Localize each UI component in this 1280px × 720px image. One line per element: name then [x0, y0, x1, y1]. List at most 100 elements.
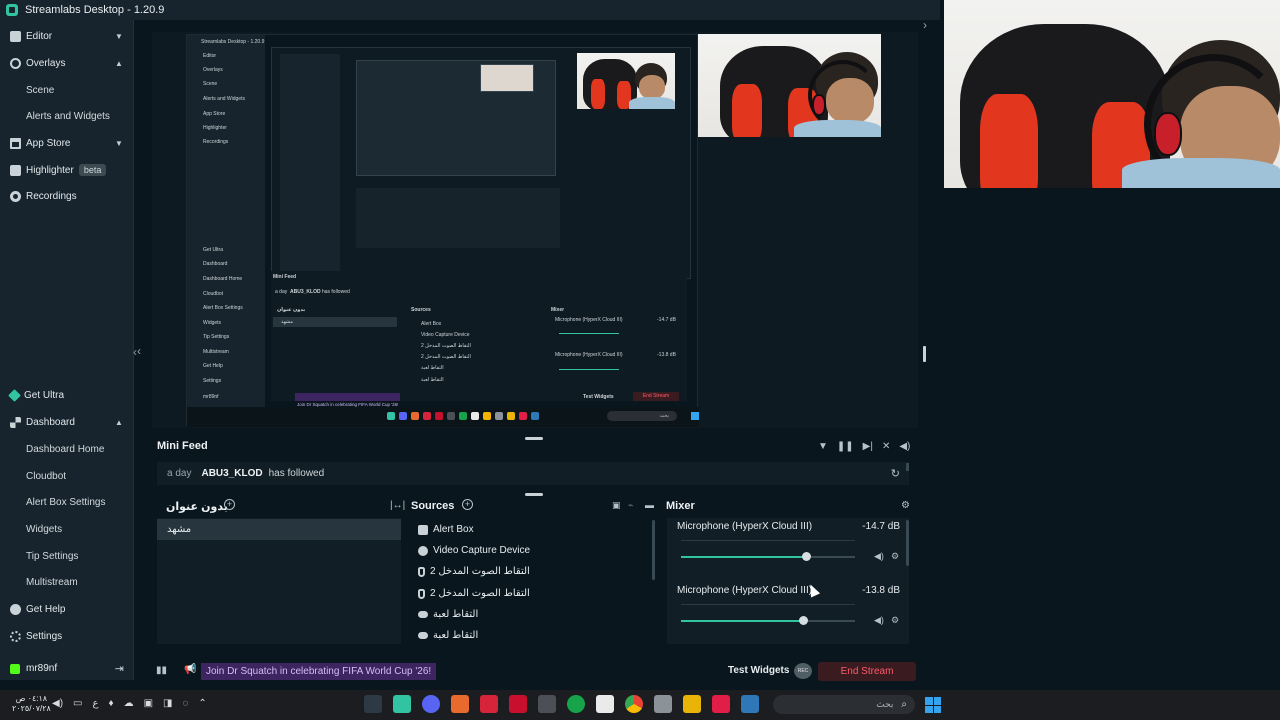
logout-icon[interactable]: ⇥	[115, 662, 124, 675]
speaker-icon[interactable]: ◀)	[52, 698, 63, 709]
resize-handle[interactable]	[525, 493, 543, 496]
channel-settings-gear-icon[interactable]: ⚙	[891, 615, 899, 626]
sidebar-item-overlays[interactable]: Overlays ▲	[0, 51, 134, 75]
youtube-app-icon[interactable]	[712, 695, 730, 713]
streamlabs-app-icon[interactable]	[393, 695, 411, 713]
volume-slider-knob[interactable]	[802, 552, 811, 561]
windows-start-icon[interactable]	[925, 697, 941, 713]
discord-app-icon[interactable]	[422, 695, 440, 713]
chrome-app-icon[interactable]	[625, 695, 643, 713]
resize-handle[interactable]	[525, 437, 543, 440]
microphone-icon[interactable]: ♦	[108, 698, 113, 709]
sidebar-item-get-ultra[interactable]: Get Ultra	[0, 383, 134, 407]
app-icon[interactable]	[654, 695, 672, 713]
volume-mute-icon[interactable]: ◀)	[874, 615, 884, 626]
taskbar-search[interactable]: بحث ⌕	[773, 695, 915, 714]
notepad-app-icon[interactable]	[596, 695, 614, 713]
scene-item[interactable]: مشهد	[157, 519, 401, 540]
tray-app-icon[interactable]: ▣	[144, 698, 153, 709]
source-item[interactable]: Alert Box	[418, 519, 474, 540]
xbox-app-icon[interactable]	[567, 695, 585, 713]
app-icon[interactable]	[509, 695, 527, 713]
test-widgets-button[interactable]: Test Widgets	[728, 665, 789, 676]
sidebar-item-tip-settings[interactable]: Tip Settings	[26, 545, 78, 567]
source-item[interactable]: التقاط الصوت المدخل 2	[418, 583, 530, 604]
source-item[interactable]: Video Capture Device	[418, 540, 530, 561]
chevron-up-icon[interactable]: ⌃	[198, 698, 206, 709]
source-item[interactable]: التقاط الصوت المدخل 2	[418, 561, 530, 582]
network-icon[interactable]: ▭	[73, 698, 82, 709]
webcam-source-preview[interactable]	[698, 34, 881, 137]
title-bar: Streamlabs Desktop - 1.20.9	[0, 0, 940, 20]
add-scene-icon[interactable]: +	[224, 499, 235, 510]
end-stream-button[interactable]: End Stream	[818, 662, 916, 681]
nested-source-item: التقاط الصوت المدخل 2	[421, 343, 471, 349]
sidebar-item-settings[interactable]: Settings	[0, 624, 134, 648]
system-tray: ◀) ▭ ع ♦ ☁ ▣ ◨ ◌ ⌃	[52, 698, 207, 709]
mixer-channel-name: Microphone (HyperX Cloud III)	[677, 521, 813, 532]
sidebar-item-highlighter[interactable]: Highlighter beta	[0, 158, 134, 182]
nested-deep-sidebar	[280, 54, 340, 274]
nested-event-user: ABU3_KLOD	[290, 289, 321, 295]
app-icon[interactable]	[364, 695, 382, 713]
mixer-scrollbar[interactable]	[906, 520, 909, 566]
minifeed-scrollbar[interactable]	[906, 463, 909, 471]
app-icon[interactable]	[480, 695, 498, 713]
pause-icon[interactable]: ❚❚	[837, 441, 854, 452]
sidebar-item-recordings[interactable]: Recordings	[0, 184, 134, 208]
preview-resize-handle[interactable]	[923, 346, 926, 362]
sidebar-item-app-store[interactable]: App Store ▼	[0, 131, 134, 155]
nested-sidebar-item: Get Ultra	[203, 247, 224, 253]
sidebar-item-editor[interactable]: Editor ▼	[0, 24, 134, 48]
record-button[interactable]: REC	[794, 663, 812, 679]
beta-badge: beta	[78, 164, 107, 176]
steam-app-icon[interactable]	[741, 695, 759, 713]
language-indicator[interactable]: ع	[92, 698, 98, 709]
user-bar[interactable]: mr89nf ⇥	[0, 657, 134, 680]
source-item[interactable]: التقاط لعبة	[418, 625, 478, 646]
stats-bar-chart-icon[interactable]: ▮▮	[156, 665, 167, 676]
replay-icon[interactable]: ↻	[891, 467, 900, 480]
chevron-right-icon[interactable]: ›	[923, 18, 927, 32]
sidebar-item-label: Overlays	[26, 57, 66, 69]
filter-icon[interactable]: ▼	[818, 441, 828, 452]
source-folder-icon[interactable]: ▬	[645, 500, 654, 510]
volume-icon[interactable]: ◀)	[899, 441, 910, 452]
minifeed-event-row[interactable]: a day ABU3_KLOD has followed ↻	[157, 462, 909, 485]
channel-settings-gear-icon[interactable]: ⚙	[891, 551, 899, 562]
sidebar-item-dashboard[interactable]: Dashboard ▲	[0, 410, 134, 434]
source-item[interactable]: التقاط لعبة	[418, 604, 478, 625]
nested-app-icon	[531, 412, 539, 420]
event-user[interactable]: ABU3_KLOD	[201, 468, 262, 479]
sidebar-item-dashboard-home[interactable]: Dashboard Home	[26, 438, 104, 460]
volume-slider-knob[interactable]	[799, 616, 808, 625]
sidebar-item-alerts-widgets[interactable]: Alerts and Widgets	[26, 105, 110, 127]
app-icon[interactable]	[451, 695, 469, 713]
skip-icon[interactable]: ▶|	[863, 441, 873, 452]
cloud-icon[interactable]: ☁	[124, 698, 134, 709]
source-selection-icon[interactable]: ▣	[612, 500, 621, 511]
volume-mute-icon[interactable]: ◀)	[874, 551, 884, 562]
announcement-icon[interactable]: 📢	[184, 664, 196, 675]
nested-app-icon	[399, 412, 407, 420]
add-source-icon[interactable]: +	[462, 499, 473, 510]
scene-transitions-icon[interactable]: |↔|	[390, 500, 405, 511]
sidebar-item-multistream[interactable]: Multistream	[26, 571, 78, 593]
sidebar-item-cloudbot[interactable]: Cloudbot	[26, 465, 66, 487]
nested-display-capture: Streamlabs Desktop - 1.20.9 Editor Overl…	[186, 34, 699, 427]
source-link-icon[interactable]: ⌁	[628, 500, 633, 511]
chevron-left-icon[interactable]: ‹	[137, 344, 141, 358]
tray-app-icon[interactable]: ◨	[163, 698, 172, 709]
sidebar-item-alert-box-settings[interactable]: Alert Box Settings	[26, 491, 105, 513]
tray-app-icon[interactable]: ◌	[182, 698, 188, 709]
mute-notifications-icon[interactable]: ✕	[882, 441, 890, 452]
sources-scrollbar[interactable]	[652, 520, 655, 580]
app-icon[interactable]	[538, 695, 556, 713]
file-explorer-app-icon[interactable]	[683, 695, 701, 713]
taskbar-clock[interactable]: ٠٤:١٨ ص ٢٠٢٥/٠٧/٢٨	[12, 694, 51, 714]
mixer-settings-gear-icon[interactable]: ⚙	[901, 500, 910, 511]
sidebar-item-scene[interactable]: Scene	[26, 79, 54, 101]
sidebar-item-get-help[interactable]: Get Help	[0, 597, 134, 621]
promo-banner[interactable]: Join Dr Squatch in celebrating FIFA Worl…	[201, 663, 437, 680]
sidebar-item-widgets[interactable]: Widgets	[26, 518, 62, 540]
